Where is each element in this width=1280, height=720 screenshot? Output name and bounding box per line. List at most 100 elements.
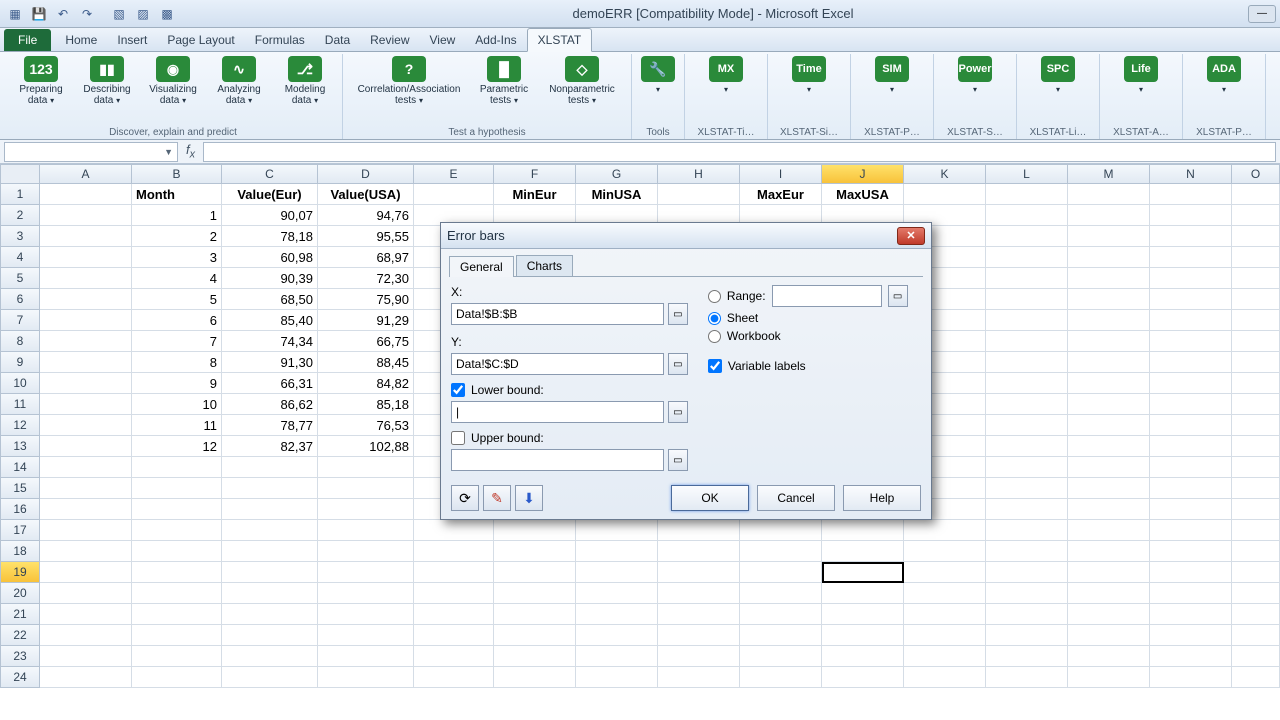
cell[interactable] xyxy=(222,562,318,583)
cell[interactable] xyxy=(414,184,494,205)
cell[interactable] xyxy=(318,625,414,646)
row-header[interactable]: 1 xyxy=(0,184,40,205)
cell[interactable] xyxy=(986,562,1068,583)
cell[interactable]: 90,39 xyxy=(222,268,318,289)
x-input[interactable] xyxy=(451,303,664,325)
cell[interactable]: 5 xyxy=(132,289,222,310)
range-input[interactable] xyxy=(772,285,882,307)
cell[interactable] xyxy=(40,499,132,520)
cell[interactable] xyxy=(132,604,222,625)
cell[interactable] xyxy=(1150,604,1232,625)
cell[interactable] xyxy=(904,625,986,646)
cell[interactable]: 95,55 xyxy=(318,226,414,247)
cell[interactable] xyxy=(1232,373,1280,394)
cell[interactable] xyxy=(1232,583,1280,604)
upper-bound-checkbox[interactable] xyxy=(451,431,465,445)
cell[interactable] xyxy=(1150,331,1232,352)
tab-general[interactable]: General xyxy=(449,256,514,277)
cell[interactable] xyxy=(318,457,414,478)
cell[interactable]: Value(Eur) xyxy=(222,184,318,205)
cell[interactable] xyxy=(986,478,1068,499)
undo-icon[interactable]: ↶ xyxy=(52,4,74,24)
cell[interactable] xyxy=(1232,499,1280,520)
cell[interactable] xyxy=(40,394,132,415)
cell[interactable] xyxy=(318,604,414,625)
cell[interactable] xyxy=(132,457,222,478)
cell[interactable] xyxy=(1068,541,1150,562)
row-header[interactable]: 13 xyxy=(0,436,40,457)
row-header[interactable]: 15 xyxy=(0,478,40,499)
cell[interactable] xyxy=(1150,268,1232,289)
xlstat-time-button[interactable]: Time▾ xyxy=(774,54,844,95)
fx-icon[interactable]: fx xyxy=(186,142,195,161)
tab-xlstat[interactable]: XLSTAT xyxy=(527,28,593,52)
col-C[interactable]: C xyxy=(222,164,318,184)
cell[interactable] xyxy=(40,310,132,331)
cell[interactable]: MaxEur xyxy=(740,184,822,205)
cell[interactable]: 91,29 xyxy=(318,310,414,331)
workbook-radio[interactable] xyxy=(708,330,721,343)
down-button[interactable]: ⬇ xyxy=(515,485,543,511)
cell[interactable] xyxy=(1232,247,1280,268)
cell[interactable] xyxy=(1068,247,1150,268)
row-header[interactable]: 4 xyxy=(0,247,40,268)
cell[interactable] xyxy=(1068,184,1150,205)
cell[interactable] xyxy=(1068,604,1150,625)
cell[interactable] xyxy=(318,541,414,562)
cell[interactable] xyxy=(1068,457,1150,478)
cell[interactable] xyxy=(1232,205,1280,226)
cell[interactable]: 72,30 xyxy=(318,268,414,289)
cell[interactable]: 90,07 xyxy=(222,205,318,226)
col-N[interactable]: N xyxy=(1150,164,1232,184)
cell[interactable] xyxy=(222,499,318,520)
cell[interactable]: 66,31 xyxy=(222,373,318,394)
tab-addins[interactable]: Add-Ins xyxy=(465,29,526,51)
cell[interactable]: 75,90 xyxy=(318,289,414,310)
cell[interactable] xyxy=(904,520,986,541)
cell[interactable]: 78,18 xyxy=(222,226,318,247)
cell[interactable] xyxy=(1150,247,1232,268)
cell[interactable] xyxy=(822,604,904,625)
cell[interactable] xyxy=(658,562,740,583)
cell[interactable] xyxy=(658,541,740,562)
cell[interactable] xyxy=(740,604,822,625)
row-header[interactable]: 5 xyxy=(0,268,40,289)
cell[interactable] xyxy=(1232,541,1280,562)
cell[interactable] xyxy=(658,583,740,604)
upper-bound-input[interactable] xyxy=(451,449,664,471)
cell[interactable] xyxy=(740,583,822,604)
cell[interactable] xyxy=(1150,394,1232,415)
cell[interactable] xyxy=(1232,667,1280,688)
cell[interactable] xyxy=(576,646,658,667)
cell[interactable] xyxy=(40,604,132,625)
cell[interactable] xyxy=(40,247,132,268)
cell[interactable]: Month xyxy=(132,184,222,205)
cell[interactable] xyxy=(494,541,576,562)
cell[interactable] xyxy=(318,667,414,688)
cell[interactable] xyxy=(1150,289,1232,310)
tab-formulas[interactable]: Formulas xyxy=(245,29,315,51)
cell[interactable] xyxy=(822,520,904,541)
cell[interactable]: 86,62 xyxy=(222,394,318,415)
cell[interactable] xyxy=(1068,583,1150,604)
row-header[interactable]: 24 xyxy=(0,667,40,688)
cell[interactable] xyxy=(740,646,822,667)
redo-icon[interactable]: ↷ xyxy=(76,4,98,24)
cell[interactable] xyxy=(986,331,1068,352)
cell[interactable] xyxy=(1150,646,1232,667)
cell[interactable] xyxy=(1232,184,1280,205)
close-button[interactable]: ✕ xyxy=(897,227,925,245)
cell[interactable] xyxy=(658,604,740,625)
cell[interactable] xyxy=(986,625,1068,646)
cell[interactable] xyxy=(822,541,904,562)
cell[interactable] xyxy=(576,625,658,646)
cell[interactable] xyxy=(822,625,904,646)
cell[interactable] xyxy=(318,562,414,583)
cell[interactable] xyxy=(1068,478,1150,499)
cell[interactable] xyxy=(40,268,132,289)
formula-bar[interactable] xyxy=(203,142,1276,162)
row-header[interactable]: 17 xyxy=(0,520,40,541)
cell[interactable] xyxy=(658,646,740,667)
save-icon[interactable]: 💾 xyxy=(28,4,50,24)
col-I[interactable]: I xyxy=(740,164,822,184)
